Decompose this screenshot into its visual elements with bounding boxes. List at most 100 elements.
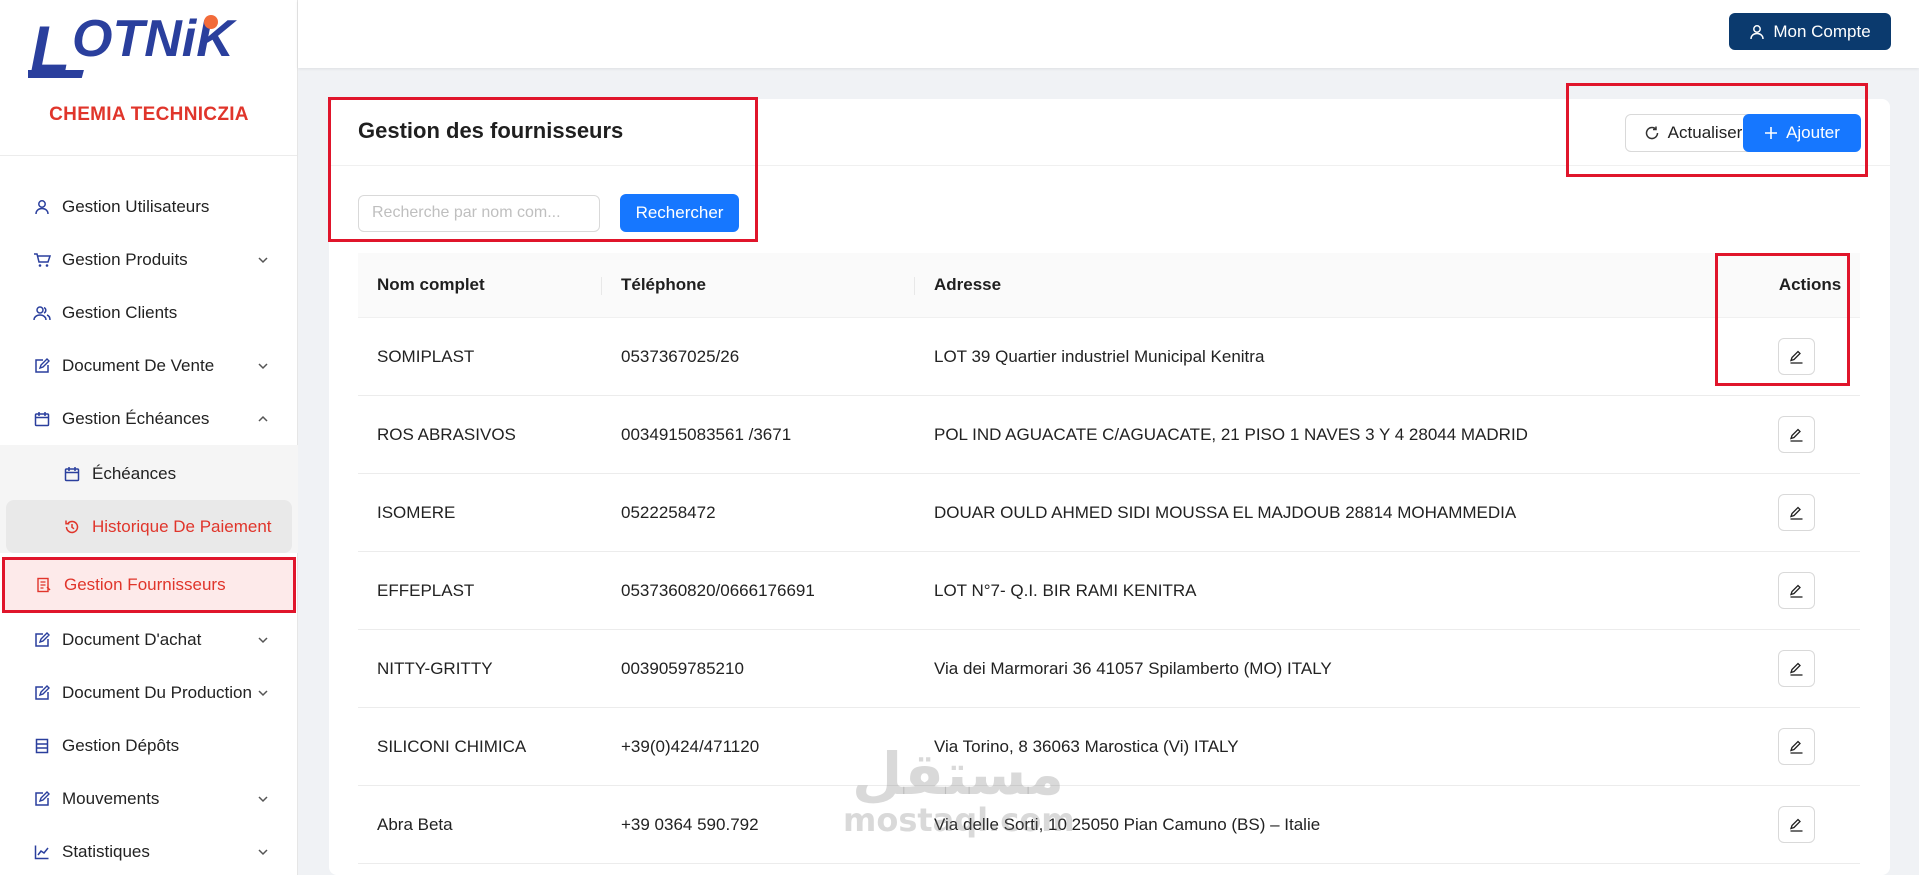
sidebar-subitem-echeances[interactable]: Échéances (6, 447, 292, 500)
cell-actions (1760, 572, 1860, 609)
cell-actions (1760, 806, 1860, 843)
cell-phone: 0537367025/26 (621, 346, 740, 366)
table-row: NITTY-GRITTY 0039059785210 Via dei Marmo… (358, 630, 1860, 708)
refresh-button[interactable]: Actualiser (1625, 114, 1761, 152)
chevron-down-icon (258, 362, 268, 369)
sidebar-item-label: Gestion Clients (62, 302, 178, 322)
cell-phone: 0034915083561 /3671 (621, 424, 792, 444)
sidebar-item-gestion-clients[interactable]: Gestion Clients (0, 286, 298, 339)
chevron-down-icon (258, 636, 268, 643)
top-header: Mon Compte (298, 0, 1919, 68)
user-icon (1750, 24, 1765, 39)
table-row: ISOMERE 0522258472 DOUAR OULD AHMED SIDI… (358, 474, 1860, 552)
cart-icon (32, 250, 52, 270)
cell-phone: 0039059785210 (621, 658, 744, 678)
refresh-label: Actualiser (1667, 123, 1743, 142)
edit-button[interactable] (1778, 806, 1815, 843)
cell-actions (1760, 650, 1860, 687)
cell-address: Via dei Marmorari 36 41057 Spilamberto (… (934, 658, 1332, 678)
supplier-icon (34, 575, 54, 595)
cell-address: DOUAR OULD AHMED SIDI MOUSSA EL MAJDOUB … (934, 502, 1517, 522)
reload-icon (1645, 126, 1658, 140)
watermark-arabic: مستقل (851, 740, 1065, 808)
account-label: Mon Compte (1773, 21, 1871, 41)
cell-actions (1760, 416, 1860, 453)
logo-area: L OTNiK CHEMIA TECHNICZIA (0, 0, 297, 156)
calendar-icon (62, 464, 82, 484)
sidebar-item-label: Gestion Utilisateurs (62, 196, 210, 216)
user-icon (32, 197, 52, 217)
suppliers-table: Nom complet Téléphone Adresse Actions SO… (358, 253, 1860, 864)
table-header: Nom complet Téléphone Adresse Actions (358, 253, 1860, 318)
edit-icon (1789, 818, 1803, 832)
edit-button[interactable] (1778, 494, 1815, 531)
chevron-down-icon (258, 848, 268, 855)
sidebar-item-document-du-production[interactable]: Document Du Production (0, 666, 298, 719)
edit-square-icon (32, 356, 52, 376)
chevron-up-icon (258, 415, 268, 422)
edit-icon (1789, 350, 1803, 364)
cell-phone: 0537360820/0666176691 (621, 580, 815, 600)
sidebar-item-document-dachat[interactable]: Document D'achat (0, 613, 298, 666)
cell-name: ROS ABRASIVOS (377, 424, 516, 444)
cell-name: EFFEPLAST (377, 580, 475, 600)
sidebar-subitem-historique-paiement[interactable]: Historique De Paiement (6, 500, 292, 553)
chevron-down-icon (258, 795, 268, 802)
column-header-name: Nom complet (358, 253, 602, 317)
sidebar: L OTNiK CHEMIA TECHNICZIA Gestion Utilis… (0, 0, 298, 875)
edit-icon (1789, 584, 1803, 598)
cell-actions (1760, 728, 1860, 765)
search-input[interactable] (358, 194, 600, 232)
add-button[interactable]: Ajouter (1743, 114, 1861, 152)
sidebar-item-label: Document De Vente (62, 355, 215, 375)
search-button[interactable]: Rechercher (620, 194, 739, 232)
cell-address: LOT N°7- Q.I. BIR RAMI KENITRA (934, 580, 1197, 600)
edit-button[interactable] (1778, 338, 1815, 375)
history-icon (62, 517, 82, 537)
calendar-icon (32, 409, 52, 429)
line-chart-icon (32, 842, 52, 862)
sidebar-item-gestion-fournisseurs[interactable]: Gestion Fournisseurs (2, 557, 296, 613)
account-button[interactable]: Mon Compte (1729, 13, 1891, 50)
edit-icon (1789, 506, 1803, 520)
sidebar-item-gestion-utilisateurs[interactable]: Gestion Utilisateurs (0, 180, 298, 233)
cell-actions (1760, 494, 1860, 531)
sidebar-item-statistiques[interactable]: Statistiques (0, 825, 298, 875)
edit-icon (1789, 662, 1803, 676)
chevron-down-icon (258, 256, 268, 263)
sidebar-subitem-label: Historique De Paiement (92, 516, 272, 536)
sidebar-item-gestion-depots[interactable]: Gestion Dépôts (0, 719, 298, 772)
edit-button[interactable] (1778, 650, 1815, 687)
table-row: Abra Beta +39 0364 590.792 Via delle Sor… (358, 786, 1860, 864)
edit-button[interactable] (1778, 572, 1815, 609)
submenu-echeances: Échéances Historique De Paiement (0, 445, 298, 553)
sidebar-item-mouvements[interactable]: Mouvements (0, 772, 298, 825)
column-header-phone: Téléphone (602, 253, 915, 317)
edit-square-icon (32, 683, 52, 703)
search-row: Rechercher (358, 194, 739, 232)
edit-button[interactable] (1778, 728, 1815, 765)
cell-actions (1760, 338, 1860, 375)
plus-icon (1765, 127, 1778, 139)
edit-icon (1789, 740, 1803, 754)
suppliers-card: Gestion des fournisseurs Actualiser Ajou… (329, 99, 1890, 875)
sidebar-item-label: Gestion Échéances (62, 408, 210, 428)
column-header-address: Adresse (934, 275, 1002, 294)
sidebar-item-document-de-vente[interactable]: Document De Vente (0, 339, 298, 392)
sidebar-item-label: Statistiques (62, 841, 150, 861)
edit-button[interactable] (1778, 416, 1815, 453)
sidebar-item-label: Gestion Fournisseurs (64, 575, 226, 594)
sidebar-menu: Gestion Utilisateurs Gestion Produits Ge… (0, 180, 298, 875)
card-header: Gestion des fournisseurs Actualiser Ajou… (329, 99, 1890, 166)
sidebar-item-gestion-produits[interactable]: Gestion Produits (0, 233, 298, 286)
sidebar-subitem-label: Échéances (92, 463, 177, 483)
sidebar-item-label: Document D'achat (62, 629, 202, 649)
table-row: EFFEPLAST 0537360820/0666176691 LOT N°7-… (358, 552, 1860, 630)
sidebar-item-gestion-echeances[interactable]: Gestion Échéances (0, 392, 298, 445)
edit-square-icon (32, 789, 52, 809)
watermark: مستقل mostaql.com (843, 740, 1075, 836)
sidebar-item-label: Gestion Dépôts (62, 735, 180, 755)
cell-address: POL IND AGUACATE C/AGUACATE, 21 PISO 1 N… (934, 424, 1528, 444)
table-row: SOMIPLAST 0537367025/26 LOT 39 Quartier … (358, 318, 1860, 396)
company-logo: L OTNiK (28, 10, 237, 86)
